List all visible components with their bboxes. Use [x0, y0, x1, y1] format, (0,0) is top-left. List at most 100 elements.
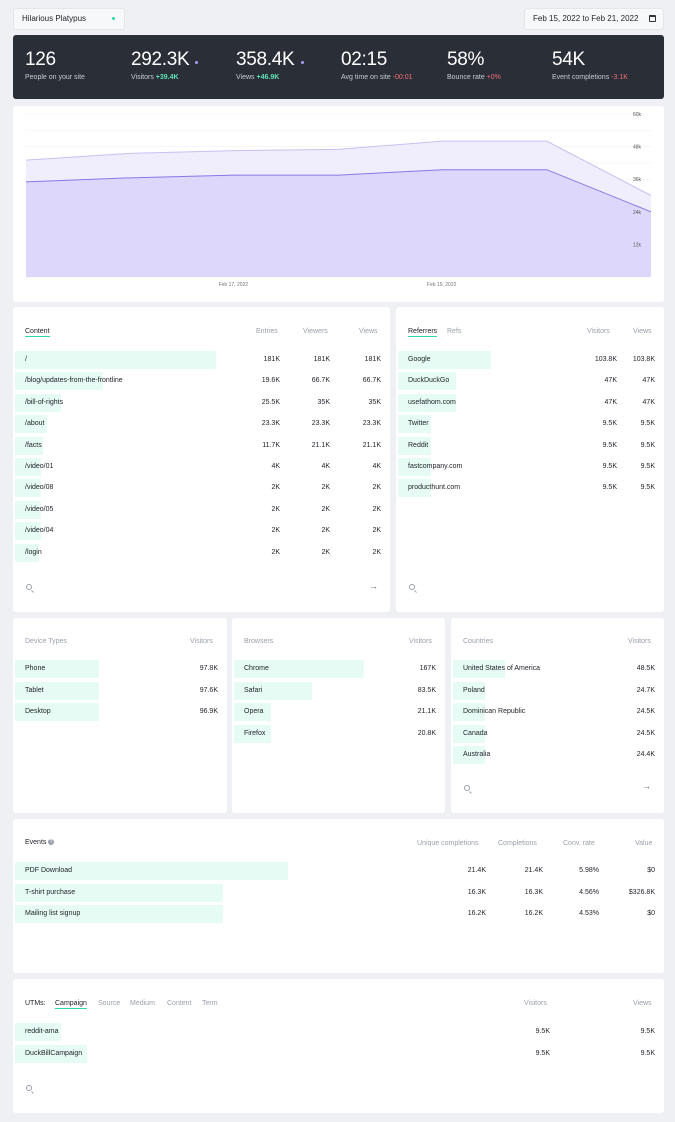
stat-label: People on your site — [25, 74, 85, 81]
tab-term[interactable]: Term — [202, 1000, 218, 1007]
row-unique: 21.4K — [467, 867, 486, 874]
row-label: Desktop — [25, 708, 51, 715]
tab-medium[interactable]: Medium — [130, 1000, 155, 1007]
row-label: United States of America — [463, 665, 541, 672]
content-row[interactable]: /bill-of-rights 25.5K 35K 35K — [15, 393, 390, 412]
country-row[interactable]: Dominican Republic 24.5K — [453, 703, 664, 721]
site-selector[interactable]: Hilarious Platypus — [13, 8, 125, 30]
search-icon[interactable] — [464, 785, 470, 791]
row-views: 21.1K — [362, 441, 381, 449]
browser-row[interactable]: Chrome 167K — [234, 660, 445, 678]
referrer-row[interactable]: Twitter 9.5K 9.5K — [398, 415, 664, 434]
content-row[interactable]: /video/04 2K 2K 2K — [15, 522, 390, 541]
traffic-chart[interactable]: 60k 48k 36k 24k 12k Feb 17, 2022 Feb 19, 2022 — [13, 106, 664, 302]
col-viewers[interactable]: Viewers — [303, 328, 328, 335]
content-row[interactable]: /video/05 2K 2K 2K — [15, 500, 390, 519]
stat-event-completions[interactable]: 54K Event completions -3.1K — [552, 49, 628, 81]
content-row[interactable]: /video/01 4K 4K 4K — [15, 458, 390, 476]
country-row[interactable]: Canada 24.5K — [453, 724, 664, 743]
event-row[interactable]: T-shirt purchase 16.3K 16.3K 4.56% $326.8K — [15, 883, 664, 902]
country-row[interactable]: United States of America 48.5K — [453, 660, 664, 678]
row-label: /video/05 — [25, 505, 54, 513]
stat-visitors[interactable]: 292.3K Visitors +39.4K — [131, 49, 190, 81]
utm-row[interactable]: DuckBillCampaign 9.5K 9.5K — [15, 1044, 664, 1063]
referrer-row[interactable]: producthunt.com 9.5K 9.5K — [398, 479, 664, 498]
tab-campaign[interactable]: Campaign — [55, 1000, 87, 1009]
stat-label: Views — [236, 74, 255, 81]
referrer-row[interactable]: usefathom.com 47K 47K — [398, 393, 664, 412]
content-row[interactable]: /about 23.3K 23.3K 23.3K — [15, 415, 390, 434]
col-views[interactable]: Views — [633, 328, 652, 335]
col-conv-rate[interactable]: Conv. rate — [563, 840, 595, 847]
content-row[interactable]: / 181K 181K 181K — [15, 351, 390, 369]
x-tick-label: Feb 19, 2022 — [427, 282, 457, 288]
content-row[interactable]: /blog/updates-from-the-frontline 19.6K 66.… — [15, 372, 390, 391]
search-icon[interactable] — [409, 584, 415, 590]
date-range-picker[interactable]: Feb 15, 2022 to Feb 21, 2022 — [524, 8, 664, 30]
browser-row[interactable]: Firefox 20.8K — [234, 724, 445, 743]
row-value: 20.8K — [417, 729, 436, 737]
row-entries: 181K — [263, 356, 280, 363]
col-visitors[interactable]: Visitors — [524, 1000, 547, 1007]
col-completions[interactable]: Completions — [498, 840, 537, 847]
row-label: Tablet — [25, 686, 44, 694]
device-row[interactable]: Desktop 96.9K — [15, 703, 227, 721]
stats-bar: 126 People on your site 292.3K Visitors … — [13, 35, 664, 99]
tab-content[interactable]: Content — [25, 328, 50, 337]
stat-avg-time[interactable]: 02:15 Avg time on site -00:01 — [341, 49, 413, 81]
device-types-panel: Device Types Visitors Phone 97.8K Tablet 97… — [13, 618, 227, 813]
referrer-row[interactable]: DuckDuckGo 47K 47K — [398, 372, 664, 391]
row-views: 23.3K — [362, 420, 381, 428]
content-panel: Content Entries Viewers Views / 181K 181K 1… — [13, 307, 390, 612]
stat-value: 358.4K — [236, 49, 295, 70]
content-row[interactable]: /video/08 2K 2K 2K — [15, 479, 390, 498]
tab-refs[interactable]: Refs — [447, 328, 461, 335]
row-label: Mailing list signup — [25, 910, 81, 917]
browser-row[interactable]: Safari 83.5K — [234, 681, 445, 700]
tab-source[interactable]: Source — [98, 1000, 120, 1007]
row-views: 103.8K — [632, 356, 655, 363]
referrer-row[interactable]: Google 103.8K 103.8K — [398, 351, 664, 369]
stat-bounce-rate[interactable]: 58% Bounce rate +0% — [447, 49, 501, 81]
row-label: /bill-of-rights — [25, 398, 64, 406]
row-value: 21.1K — [417, 708, 436, 715]
stat-value: 58% — [447, 49, 485, 70]
browser-row[interactable]: Opera 21.1K — [234, 703, 445, 721]
col-unique-completions[interactable]: Unique completions — [417, 840, 478, 847]
device-row[interactable]: Phone 97.8K — [15, 660, 227, 678]
event-row[interactable]: PDF Download 21.4K 21.4K 5.98% $0 — [15, 862, 664, 880]
col-views[interactable]: Views — [359, 328, 378, 335]
search-icon[interactable] — [26, 1085, 32, 1091]
col-views[interactable]: Views — [633, 1000, 652, 1007]
row-completions: 21.4K — [524, 867, 543, 874]
col-visitors[interactable]: Visitors — [587, 328, 610, 335]
stat-label: Bounce rate — [447, 74, 485, 81]
tab-referrers[interactable]: Referrers — [408, 328, 438, 337]
content-row[interactable]: /facts 11.7K 21.1K 21.1K — [15, 436, 390, 455]
content-row[interactable]: /login 2K 2K 2K — [15, 543, 390, 562]
row-views: 9.5K — [640, 1028, 655, 1035]
utm-row[interactable]: reddit-ama 9.5K 9.5K — [15, 1023, 664, 1041]
row-label: Google — [408, 356, 431, 363]
row-views: 66.7K — [362, 377, 381, 385]
country-row[interactable]: Australia 24.4K — [453, 746, 664, 764]
col-value[interactable]: Value — [635, 840, 652, 847]
row-entries: 25.5K — [261, 398, 280, 406]
help-icon[interactable]: ? — [48, 839, 54, 845]
row-views: 2K — [372, 527, 381, 535]
referrer-row[interactable]: fastcompany.com 9.5K 9.5K — [398, 458, 664, 476]
tab-content[interactable]: Content — [167, 1000, 192, 1007]
search-icon[interactable] — [26, 584, 32, 590]
arrow-right-icon[interactable]: → — [369, 581, 378, 591]
referrer-row[interactable]: Reddit 9.5K 9.5K — [398, 436, 664, 455]
event-row[interactable]: Mailing list signup 16.2K 16.2K 4.53% $0 — [15, 905, 664, 923]
col-visitors: Visitors — [190, 638, 213, 645]
col-entries[interactable]: Entries — [256, 328, 278, 335]
device-row[interactable]: Tablet 97.6K — [15, 681, 227, 700]
stat-people[interactable]: 126 People on your site — [25, 49, 85, 81]
arrow-right-icon[interactable]: → — [642, 781, 651, 791]
row-entries: 19.6K — [261, 377, 280, 385]
stat-views[interactable]: 358.4K Views +46.9K — [236, 49, 295, 81]
country-row[interactable]: Poland 24.7K — [453, 681, 664, 700]
row-label: usefathom.com — [408, 398, 456, 406]
